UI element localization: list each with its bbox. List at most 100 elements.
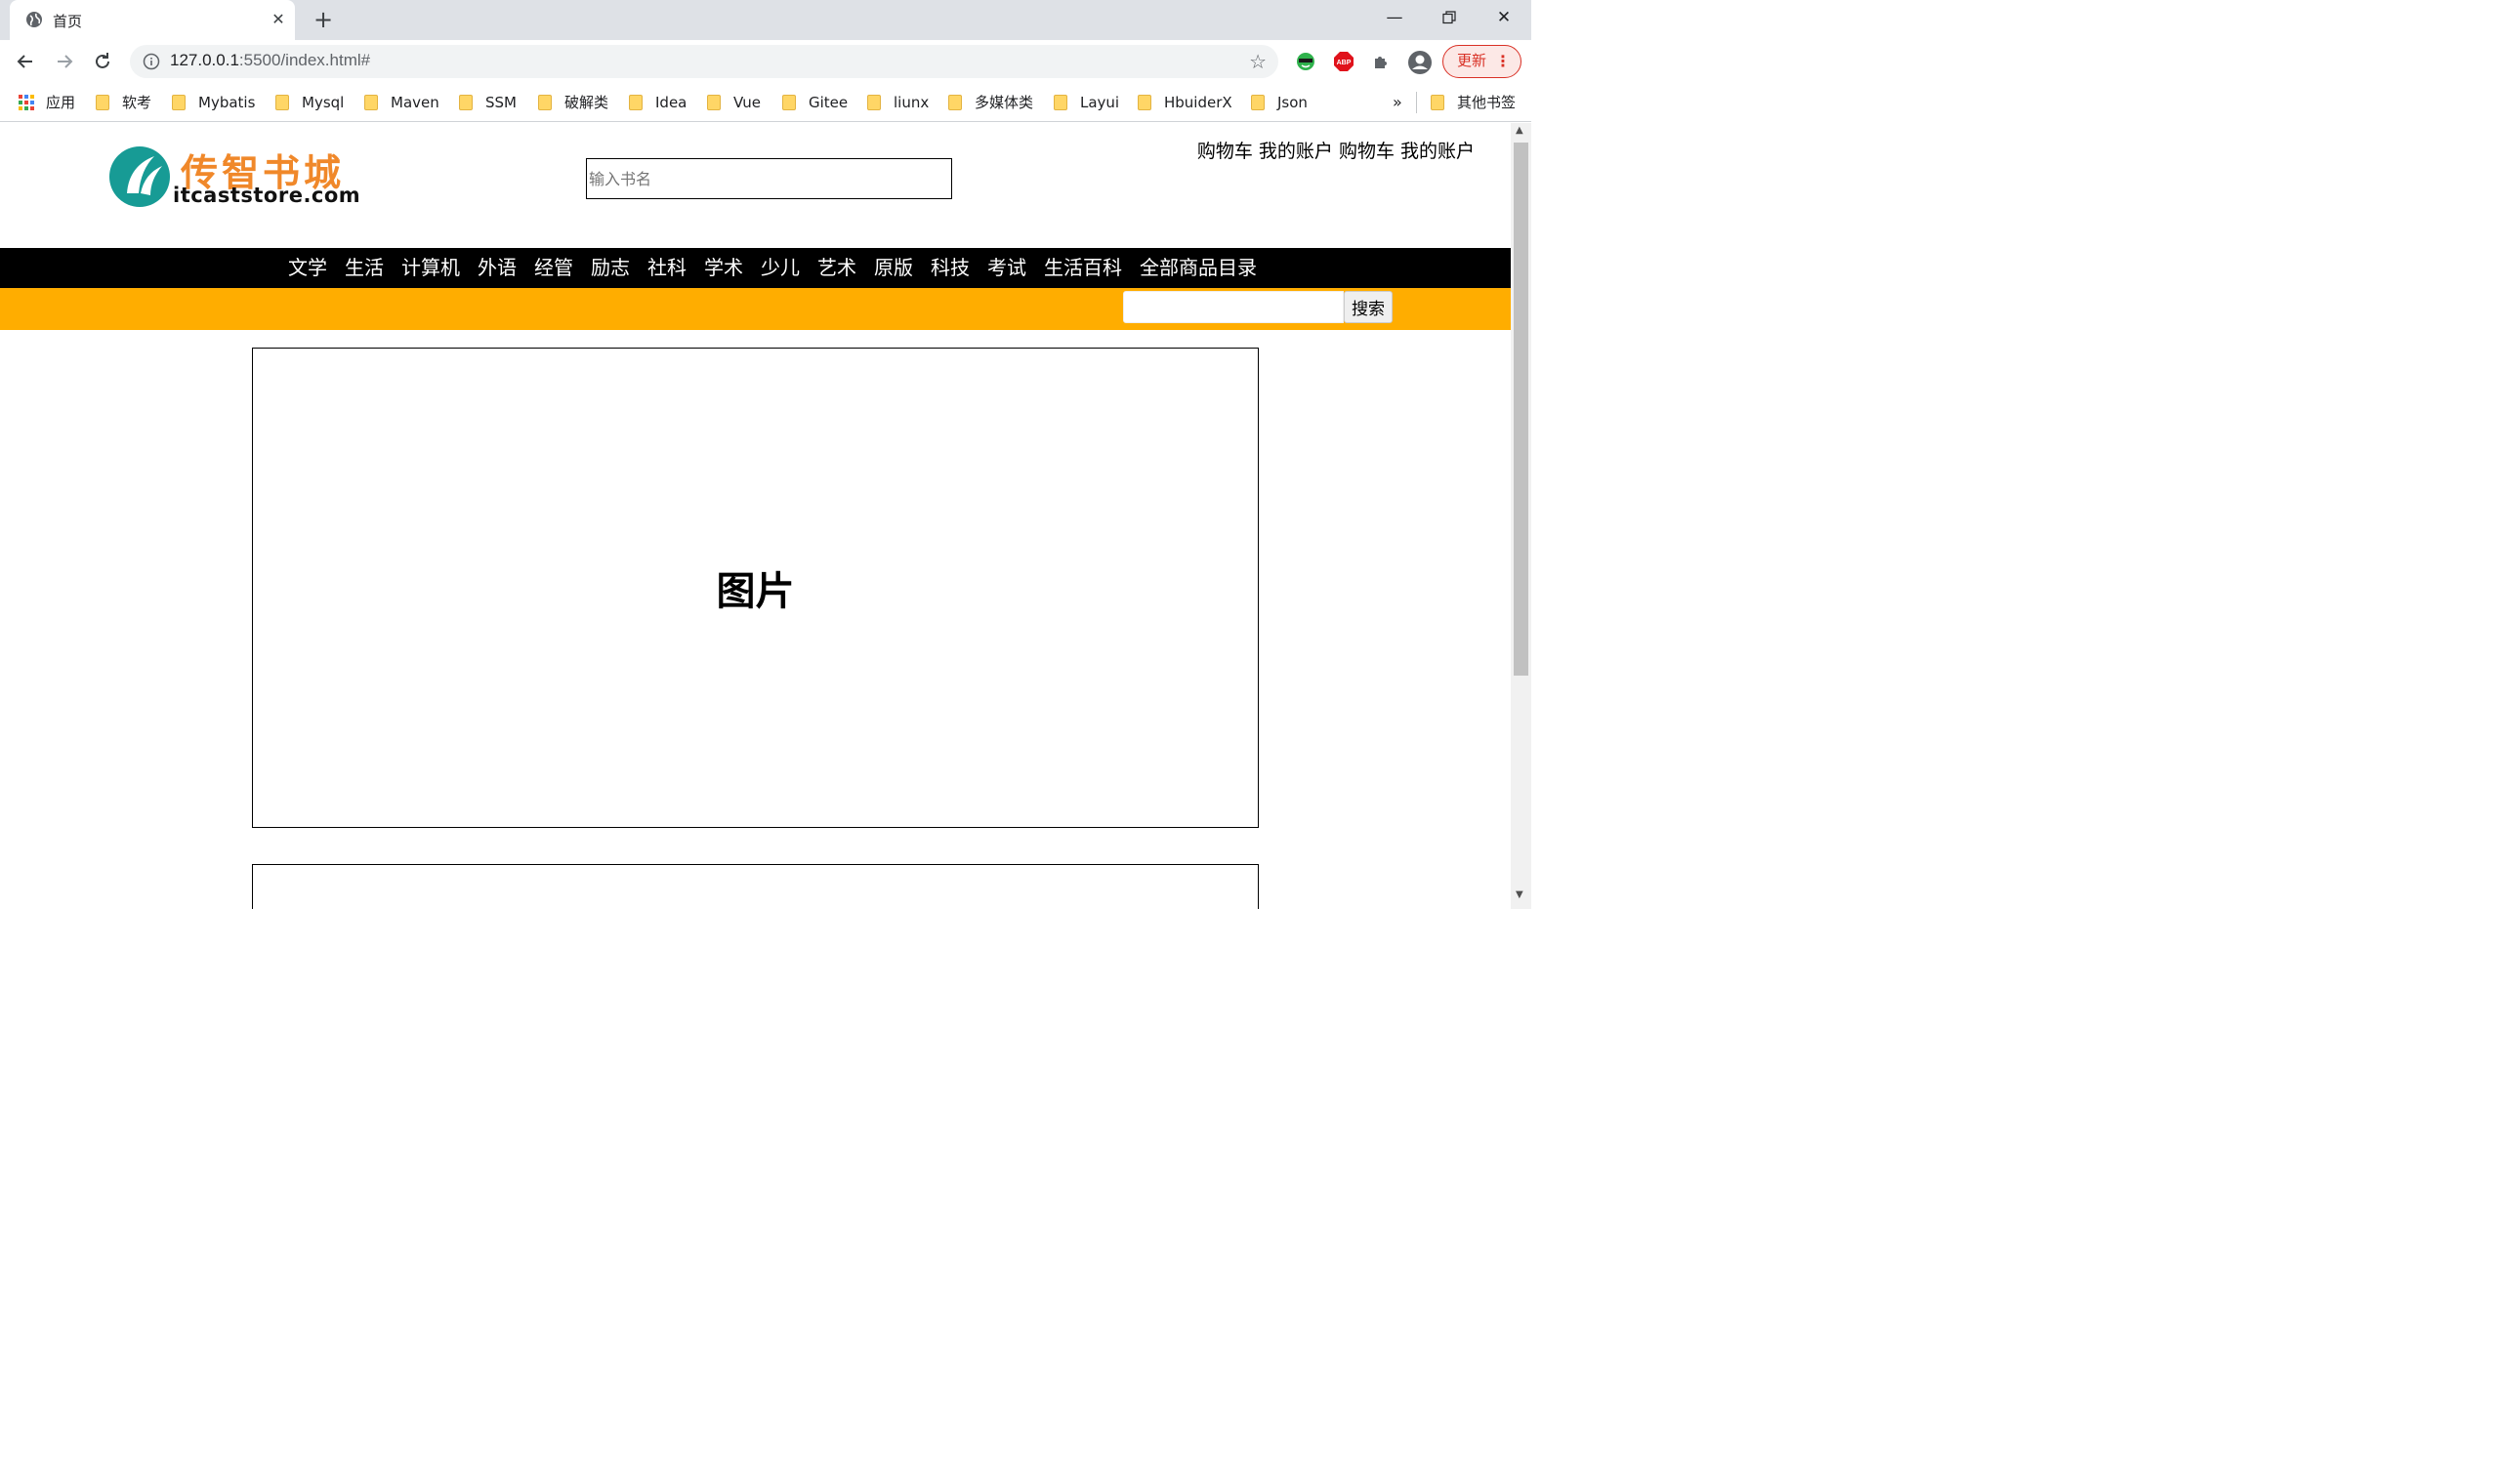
folder-icon — [867, 95, 881, 110]
category-item[interactable]: 社科 — [647, 248, 687, 288]
globe-icon — [26, 12, 42, 27]
url-text: 127.0.0.1:5500/index.html# — [170, 51, 371, 69]
bookmark-label: 多媒体类 — [975, 94, 1034, 111]
bookmark-folder[interactable]: Layui — [1054, 92, 1119, 113]
new-tab-button[interactable]: + — [311, 6, 336, 33]
bookmarks-overflow-button[interactable]: » — [1393, 92, 1402, 113]
browser-tab[interactable]: 首页 ✕ — [10, 0, 295, 40]
bookmark-folder[interactable]: Maven — [364, 92, 439, 113]
bookmark-folder[interactable]: Json — [1251, 92, 1308, 113]
category-item[interactable]: 考试 — [987, 248, 1026, 288]
search-input[interactable] — [1123, 291, 1344, 323]
restore-icon[interactable] — [1436, 6, 1463, 29]
category-item[interactable]: 全部商品目录 — [1140, 248, 1257, 288]
forward-icon[interactable] — [51, 48, 78, 75]
scroll-up-arrow-icon[interactable]: ▲ — [1516, 125, 1523, 136]
banner-text: 图片 — [716, 569, 795, 614]
search-bar: 搜索 — [0, 288, 1511, 330]
bookmark-folder[interactable]: 破解类 — [538, 92, 608, 113]
close-tab-icon[interactable]: ✕ — [268, 9, 289, 30]
banner-image-placeholder: 图片 — [252, 348, 1259, 828]
bookmark-label: Mybatis — [198, 94, 256, 111]
tab-title: 首页 — [53, 13, 83, 30]
bookmark-folder[interactable]: Mybatis — [172, 92, 255, 113]
site-logo[interactable]: 传智书城 itcaststore.com — [107, 143, 360, 211]
category-item[interactable]: 励志 — [591, 248, 630, 288]
category-item[interactable]: 科技 — [931, 248, 970, 288]
scroll-down-arrow-icon[interactable]: ▼ — [1516, 889, 1523, 900]
scroll-thumb[interactable] — [1514, 143, 1528, 676]
bookmark-label: Idea — [655, 94, 688, 111]
search-button[interactable]: 搜索 — [1344, 291, 1393, 323]
address-bar[interactable]: 127.0.0.1:5500/index.html# ☆ — [130, 45, 1278, 78]
book-search-input[interactable] — [586, 158, 952, 199]
browser-toolbar: 127.0.0.1:5500/index.html# ☆ ABP 更新 ⋮ — [0, 40, 1531, 83]
bookmarks-bar: 应用 软考 Mybatis Mysql Maven SSM 破解类 Idea V… — [0, 83, 1531, 122]
folder-icon — [629, 95, 643, 110]
category-item[interactable]: 艺术 — [817, 248, 856, 288]
bookmark-folder[interactable]: Vue — [707, 92, 761, 113]
minimize-icon[interactable]: — — [1381, 6, 1408, 29]
category-item[interactable]: 经管 — [534, 248, 573, 288]
bookmark-folder[interactable]: Gitee — [782, 92, 848, 113]
bookmark-label: Vue — [733, 94, 761, 111]
bookmark-star-icon[interactable]: ☆ — [1249, 50, 1267, 73]
bookmark-label: 其他书签 — [1457, 94, 1517, 111]
category-item[interactable]: 少儿 — [761, 248, 800, 288]
apps-grid-icon — [19, 95, 34, 110]
bookmark-folder[interactable]: Idea — [629, 92, 687, 113]
reload-icon[interactable] — [89, 48, 116, 75]
category-item[interactable]: 原版 — [874, 248, 913, 288]
folder-icon — [459, 95, 473, 110]
bookmark-divider — [1416, 92, 1417, 113]
category-item[interactable]: 计算机 — [401, 248, 460, 288]
bookmark-folder[interactable]: Mysql — [275, 92, 344, 113]
other-bookmarks-folder[interactable]: 其他书签 — [1431, 92, 1516, 113]
category-item[interactable]: 生活百科 — [1044, 248, 1122, 288]
bookmark-label: Maven — [391, 94, 439, 111]
bookmark-label: 软考 — [122, 94, 152, 111]
folder-icon — [364, 95, 378, 110]
folder-icon — [96, 95, 109, 110]
folder-icon — [1138, 95, 1151, 110]
green-extension-icon[interactable] — [1294, 50, 1317, 73]
adblock-icon[interactable]: ABP — [1332, 50, 1355, 73]
folder-icon — [1251, 95, 1265, 110]
bookmark-label: Gitee — [809, 94, 849, 111]
bookmark-apps[interactable]: 应用 — [19, 92, 75, 113]
bookmark-label: HbuiderX — [1164, 94, 1232, 111]
bookmark-folder[interactable]: 多媒体类 — [948, 92, 1033, 113]
back-icon[interactable] — [12, 48, 39, 75]
bookmark-label: 应用 — [46, 94, 76, 111]
logo-english-text: itcaststore.com — [173, 184, 361, 207]
bookmark-label: Json — [1277, 94, 1308, 111]
update-button[interactable]: 更新 ⋮ — [1442, 45, 1521, 78]
tab-strip: 首页 ✕ + — ✕ — [0, 0, 1531, 40]
logo-emblem-icon — [109, 146, 170, 207]
vertical-scrollbar[interactable]: ▲ ▼ — [1511, 123, 1531, 909]
bookmark-folder[interactable]: liunx — [867, 92, 929, 113]
category-item[interactable]: 外语 — [478, 248, 517, 288]
bookmark-label: SSM — [485, 94, 517, 111]
category-nav: 文学 生活 计算机 外语 经管 励志 社科 学术 少儿 艺术 原版 科技 考试 … — [0, 248, 1511, 288]
menu-dots-icon: ⋮ — [1495, 52, 1511, 70]
folder-icon — [1054, 95, 1067, 110]
puzzle-extensions-icon[interactable] — [1370, 50, 1394, 73]
svg-text:ABP: ABP — [1337, 60, 1352, 66]
profile-icon[interactable] — [1407, 50, 1432, 74]
folder-icon — [948, 95, 962, 110]
account-links[interactable]: 购物车 我的账户 购物车 我的账户 — [1197, 137, 1475, 163]
bookmark-folder[interactable]: HbuiderX — [1138, 92, 1232, 113]
folder-icon — [707, 95, 721, 110]
bookmark-label: Layui — [1080, 94, 1120, 111]
content-box — [252, 864, 1259, 909]
bookmark-folder[interactable]: 软考 — [96, 92, 151, 113]
category-item[interactable]: 文学 — [288, 248, 327, 288]
close-window-icon[interactable]: ✕ — [1490, 6, 1518, 29]
info-icon[interactable] — [143, 53, 160, 70]
bookmark-folder[interactable]: SSM — [459, 92, 517, 113]
folder-icon — [538, 95, 552, 110]
category-item[interactable]: 学术 — [704, 248, 743, 288]
category-item[interactable]: 生活 — [345, 248, 384, 288]
folder-icon — [782, 95, 796, 110]
